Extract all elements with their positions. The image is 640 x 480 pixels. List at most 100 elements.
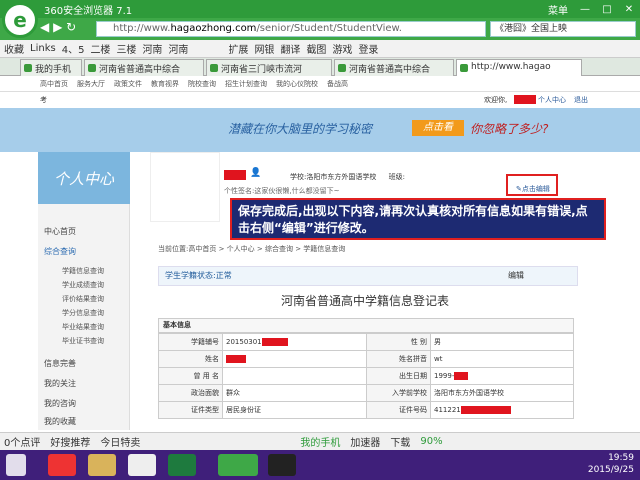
window-title: 360安全浏览器 7.1 [44, 5, 133, 17]
download-link[interactable]: 下载 [390, 434, 410, 449]
login-button[interactable]: 登录 [358, 41, 378, 56]
tab-label: 河南省普通高中综合 [349, 65, 431, 75]
maximize-icon[interactable]: □ [596, 4, 618, 15]
search-input[interactable]: 《港囧》全国上映 [490, 21, 636, 37]
deals-link[interactable]: 今日特卖 [100, 434, 140, 449]
sidebar-item-follow[interactable]: 我的关注 [44, 378, 124, 389]
url-path: /senior/Student/StudentView. [256, 23, 402, 34]
games-button[interactable]: 游戏 [332, 41, 352, 56]
cell-label: 曾 用 名 [158, 367, 223, 385]
banner-question: 你忽略了多少? [470, 122, 549, 136]
tab-active[interactable]: http://www.hagao [456, 59, 582, 77]
school-info: 学校:洛阳市东方外国语学校 班级: [290, 172, 405, 182]
extension-button[interactable]: 扩展 [228, 41, 248, 56]
nav-education[interactable]: 教育视界 [151, 79, 179, 89]
sidebar-item-collection[interactable]: 我的收藏 [44, 416, 124, 427]
banking-button[interactable]: 网银 [254, 41, 274, 56]
nav-home[interactable]: 高中首页 [40, 79, 68, 89]
form-title: 河南省普通高中学籍信息登记表 [280, 294, 449, 308]
nav-prep[interactable]: 备战高 [327, 79, 348, 89]
tab-sanmenxia[interactable]: 河南省三门峡市流河 [206, 59, 332, 76]
sidebar-header: 个人中心 [38, 152, 130, 204]
tab-my-phone[interactable]: 我的手机 [20, 59, 82, 76]
tab-henan-2[interactable]: 河南省普通高中综合 [334, 59, 454, 76]
cell-value: 20150301 [222, 333, 367, 351]
app2-icon[interactable] [268, 454, 296, 476]
nav-policy[interactable]: 政策文件 [114, 79, 142, 89]
zoom-level[interactable]: 90% [420, 436, 442, 447]
cell-label: 姓名拼音 [366, 350, 431, 368]
tab-henan-1[interactable]: 河南省普通高中综合 [84, 59, 204, 76]
sidebar-sub-enrollment[interactable]: 学籍信息查询 [62, 266, 104, 276]
sidebar-item-consult[interactable]: 我的咨询 [44, 398, 124, 409]
class-label: 班级: [388, 173, 405, 181]
forward-icon[interactable]: ▶ [53, 20, 62, 34]
bookmark-3f[interactable]: 三楼 [116, 41, 136, 56]
cell-value: 411221 [430, 401, 574, 419]
refresh-icon[interactable]: ↻ [66, 20, 76, 34]
browser-taskbar-icon[interactable] [218, 454, 258, 476]
redacted-name [514, 95, 536, 104]
cell-value: 男 [430, 333, 574, 351]
bookmark-henan-1[interactable]: 河南 [142, 41, 162, 56]
search-text: 《港囧》全国上映 [495, 24, 568, 34]
sidebar-item-info[interactable]: 信息完善 [44, 358, 124, 369]
folder-icon[interactable] [88, 454, 116, 476]
menu-button[interactable]: 菜单 [548, 2, 568, 17]
welcome-text: 欢迎你, [484, 96, 508, 104]
translate-button[interactable]: 翻译 [280, 41, 300, 56]
nav-admission[interactable]: 招生计划查询 [225, 79, 267, 89]
personal-center-link[interactable]: 个人中心 [538, 95, 566, 105]
cell-label: 证件号码 [366, 401, 431, 419]
logout-link[interactable]: 退出 [574, 95, 588, 105]
my-phone-link[interactable]: 我的手机 [300, 434, 340, 449]
table-row: 政治面貌 群众 入学前学校 洛阳市东方外国语学校 [158, 384, 574, 402]
nav-colleges[interactable]: 院校查询 [188, 79, 216, 89]
tab-favicon-icon [338, 64, 346, 72]
tab-label: http://www.hagao [471, 62, 551, 72]
title-bar: 360安全浏览器 7.1 [0, 0, 640, 18]
school-value: 洛阳市东方外国语学校 [306, 173, 377, 181]
back-icon[interactable]: ◀ [40, 20, 49, 34]
bookmark-45[interactable]: 4、5 [62, 41, 85, 56]
highlight-box [506, 174, 558, 196]
cell-value: 居民身份证 [222, 401, 367, 419]
bookmark-henan-2[interactable]: 河南 [168, 41, 188, 56]
signature: 个性签名:这家伙很懒,什么都没留下~ [224, 187, 340, 195]
cell-label: 姓名 [158, 350, 223, 368]
sidebar-item-home[interactable]: 中心首页 [44, 226, 124, 237]
sidebar-sub-graduation[interactable]: 毕业结果查询 [62, 322, 104, 332]
app-icon[interactable] [48, 454, 76, 476]
comments-count[interactable]: 0个点评 [4, 434, 40, 449]
tab-label: 我的手机 [35, 65, 72, 75]
minimize-icon[interactable]: — [574, 4, 596, 15]
qq-icon[interactable] [128, 454, 156, 476]
recommend-link[interactable]: 好搜推荐 [50, 434, 90, 449]
avatar [150, 152, 220, 222]
redacted [460, 406, 511, 414]
tab-favicon-icon [24, 64, 32, 72]
sidebar-sub-scores[interactable]: 学业成绩查询 [62, 280, 104, 290]
url-domain: hagaozhong.com [170, 23, 257, 34]
redacted [261, 338, 288, 346]
nav-favorite-colleges[interactable]: 我的心仪院校 [276, 79, 318, 89]
screenshot-button[interactable]: 截图 [306, 41, 326, 56]
bookmark-2f[interactable]: 二楼 [90, 41, 110, 56]
sidebar-item-query[interactable]: 综合查询 [44, 246, 124, 257]
table-row: 曾 用 名 出生日期 1999- [158, 367, 574, 385]
accelerator-link[interactable]: 加速器 [350, 434, 380, 449]
sidebar-sub-credits[interactable]: 学分信息查询 [62, 308, 104, 318]
sidebar-sub-evaluation[interactable]: 评价结果查询 [62, 294, 104, 304]
banner-button[interactable]: 点击看 [412, 120, 464, 136]
edit-button[interactable]: 编辑 [508, 270, 524, 281]
site-nav: 高中首页 服务大厅 政策文件 教育视界 院校查询 招生计划查询 我的心仪院校 备… [0, 76, 640, 92]
bookmark-favorites[interactable]: 收藏 [4, 41, 24, 56]
start-icon[interactable] [6, 454, 26, 476]
sidebar-sub-diploma[interactable]: 毕业证书查询 [62, 336, 104, 346]
excel-icon[interactable] [168, 454, 196, 476]
nav-services[interactable]: 服务大厅 [77, 79, 105, 89]
user-icon: 👤 [250, 168, 262, 178]
close-icon[interactable]: ✕ [618, 4, 640, 15]
bookmark-links[interactable]: Links [30, 43, 56, 54]
address-bar[interactable]: http://www.hagaozhong.com/senior/Student… [96, 21, 486, 37]
